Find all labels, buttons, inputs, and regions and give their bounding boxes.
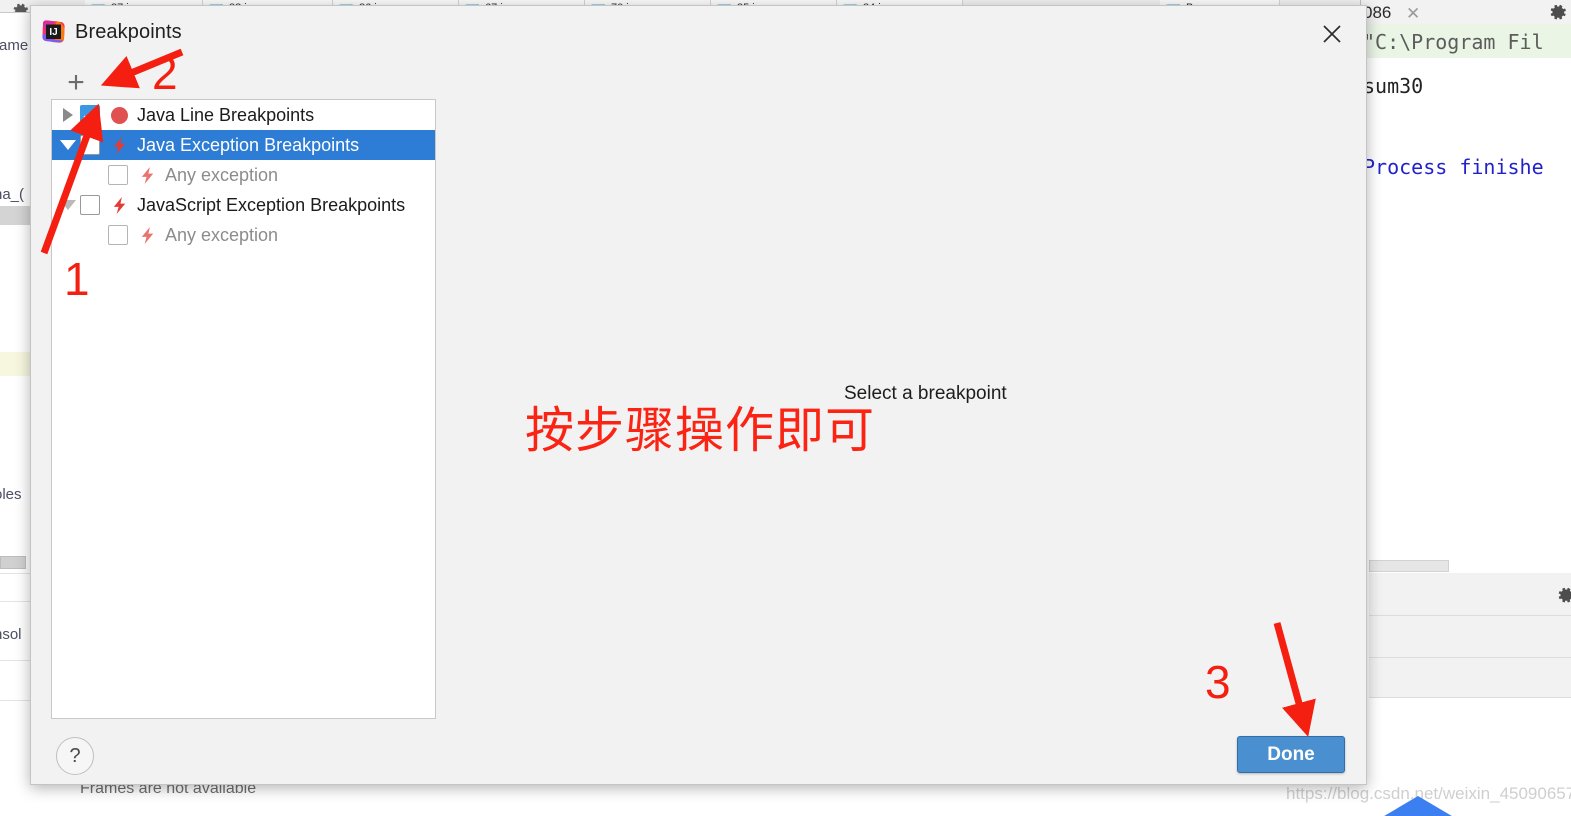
add-breakpoint-button[interactable]: + bbox=[61, 68, 91, 98]
screen-root: 87 i88 i86 i67 i70 i85 i84 iB ramena_(ol… bbox=[0, 0, 1571, 816]
ide-panel-label: na_( bbox=[0, 186, 25, 203]
annotation-step-1: 1 bbox=[64, 253, 90, 305]
annotation-note-chinese: 按步骤操作即可 bbox=[525, 402, 876, 459]
tree-row[interactable]: Java Line Breakpoints bbox=[52, 100, 435, 130]
console-panel: 086 ✕ "C:\Program Fil sum30 Process finish… bbox=[1360, 0, 1571, 560]
console-tabbar: 086 ✕ bbox=[1361, 0, 1571, 27]
exception-bolt-icon bbox=[108, 194, 130, 216]
dialog-titlebar: IJ Breakpoints bbox=[31, 6, 1366, 54]
intellij-idea-logo-icon: IJ bbox=[41, 19, 66, 44]
panel-divider bbox=[0, 660, 31, 661]
svg-text:IJ: IJ bbox=[49, 27, 57, 38]
close-icon[interactable] bbox=[1318, 20, 1346, 48]
breakpoint-checkbox[interactable] bbox=[108, 225, 128, 245]
chevron-down-icon[interactable] bbox=[56, 130, 80, 160]
panel-row bbox=[1369, 658, 1571, 698]
tree-row[interactable]: Java Exception Breakpoints bbox=[52, 130, 435, 160]
panel-row bbox=[1369, 616, 1571, 658]
breakpoints-toolbar: + − bbox=[61, 68, 461, 102]
tree-toggle-empty bbox=[84, 160, 108, 190]
console-line: "C:\Program Fil bbox=[1363, 30, 1544, 54]
console-tab-label[interactable]: 086 bbox=[1363, 3, 1391, 23]
panel-divider bbox=[0, 601, 31, 602]
console-line: sum30 bbox=[1363, 74, 1424, 98]
panel-tab-handle[interactable] bbox=[1369, 560, 1449, 572]
breakpoints-tree[interactable]: Java Line Breakpoints Java Exception Brea… bbox=[51, 99, 436, 719]
console-gear-icon[interactable] bbox=[1549, 3, 1568, 22]
chevron-right-icon[interactable] bbox=[56, 100, 80, 130]
help-button[interactable]: ? bbox=[56, 737, 94, 775]
panel-row bbox=[1369, 573, 1571, 616]
panel-divider bbox=[0, 573, 31, 574]
exception-bolt-icon bbox=[108, 134, 130, 156]
ide-panel-label: rame bbox=[0, 37, 29, 54]
editor-highlight-band bbox=[0, 352, 30, 376]
panel-gear-icon[interactable] bbox=[1557, 586, 1571, 605]
breakpoint-checkbox[interactable] bbox=[80, 135, 100, 155]
breakpoint-checkbox[interactable] bbox=[80, 195, 100, 215]
settings-gear-icon[interactable] bbox=[12, 2, 30, 12]
watermark-logo-icon bbox=[1374, 796, 1462, 816]
tree-row[interactable]: Any exception bbox=[52, 220, 435, 250]
tree-row-label: Any exception bbox=[165, 224, 279, 245]
console-line: Process finishe bbox=[1363, 155, 1544, 179]
breakpoint-checkbox[interactable] bbox=[80, 105, 100, 125]
annotation-step-3: 3 bbox=[1205, 656, 1231, 708]
ide-panel-label: nsol bbox=[0, 626, 22, 643]
tree-toggle-empty bbox=[84, 220, 108, 250]
remove-breakpoint-button: − bbox=[111, 66, 129, 99]
tree-row-label: Any exception bbox=[165, 164, 279, 185]
exception-bolt-icon bbox=[136, 224, 158, 246]
breakpoint-dot-icon bbox=[108, 104, 130, 126]
tree-row[interactable]: JavaScript Exception Breakpoints bbox=[52, 190, 435, 220]
tree-row-label: JavaScript Exception Breakpoints bbox=[137, 194, 406, 215]
breakpoint-checkbox[interactable] bbox=[108, 165, 128, 185]
ide-panel-label: oles bbox=[0, 486, 22, 503]
panel-divider bbox=[0, 700, 31, 701]
chevron-down-icon[interactable] bbox=[56, 190, 80, 220]
dialog-title: Breakpoints bbox=[75, 21, 182, 43]
console-tab-close-icon[interactable]: ✕ bbox=[1406, 4, 1420, 24]
tree-row-label: Java Exception Breakpoints bbox=[137, 134, 360, 155]
tree-row[interactable]: Any exception bbox=[52, 160, 435, 190]
exception-bolt-icon bbox=[136, 164, 158, 186]
done-button[interactable]: Done bbox=[1237, 736, 1345, 773]
annotation-step-2: 2 bbox=[152, 47, 178, 99]
horizontal-scrollbar-thumb[interactable] bbox=[0, 556, 26, 569]
tree-row-label: Java Line Breakpoints bbox=[137, 104, 315, 125]
